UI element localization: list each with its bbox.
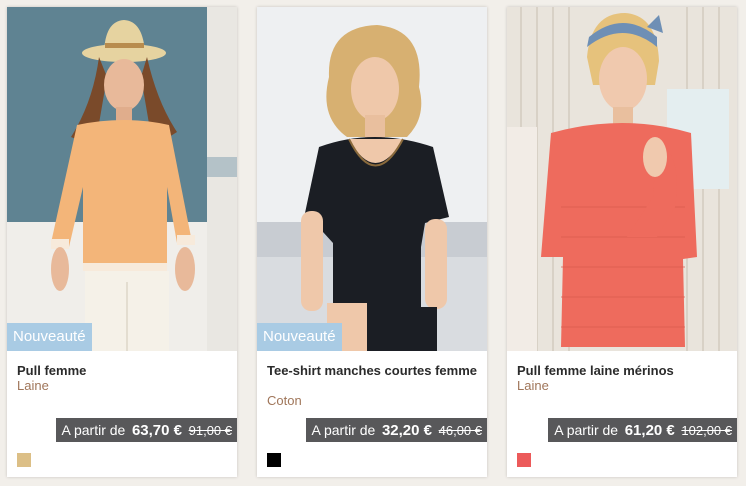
product-image[interactable] bbox=[7, 7, 237, 351]
color-swatch[interactable] bbox=[17, 453, 31, 467]
price-box: A partir de 63,70 € 91,00 € bbox=[55, 418, 237, 442]
product-title[interactable]: Pull femme laine mérinos bbox=[517, 363, 727, 378]
product-material: Laine bbox=[517, 378, 549, 393]
product-image[interactable] bbox=[257, 7, 487, 351]
product-material: Coton bbox=[267, 393, 302, 408]
product-card[interactable]: Pull femme laine mérinos Laine A partir … bbox=[507, 7, 737, 477]
old-price: 91,00 € bbox=[188, 423, 232, 438]
product-card[interactable]: Nouveauté Pull femme Laine A partir de 6… bbox=[7, 7, 237, 477]
price-box: A partir de 32,20 € 46,00 € bbox=[305, 418, 487, 442]
product-material: Laine bbox=[17, 378, 49, 393]
current-price: 32,20 € bbox=[381, 422, 432, 439]
old-price: 46,00 € bbox=[438, 423, 482, 438]
price-prefix: A partir de bbox=[61, 422, 126, 438]
price-box: A partir de 61,20 € 102,00 € bbox=[548, 418, 737, 442]
product-title[interactable]: Tee-shirt manches courtes femme bbox=[267, 363, 477, 378]
price-prefix: A partir de bbox=[554, 422, 619, 438]
current-price: 61,20 € bbox=[624, 422, 675, 439]
color-swatch[interactable] bbox=[267, 453, 281, 467]
new-badge: Nouveauté bbox=[7, 323, 92, 351]
price-prefix: A partir de bbox=[311, 422, 376, 438]
new-badge: Nouveauté bbox=[257, 323, 342, 351]
product-image[interactable] bbox=[507, 7, 737, 351]
old-price: 102,00 € bbox=[681, 423, 732, 438]
current-price: 63,70 € bbox=[131, 422, 182, 439]
product-card[interactable]: Nouveauté Tee-shirt manches courtes femm… bbox=[257, 7, 487, 477]
product-title[interactable]: Pull femme bbox=[17, 363, 227, 378]
color-swatch[interactable] bbox=[517, 453, 531, 467]
